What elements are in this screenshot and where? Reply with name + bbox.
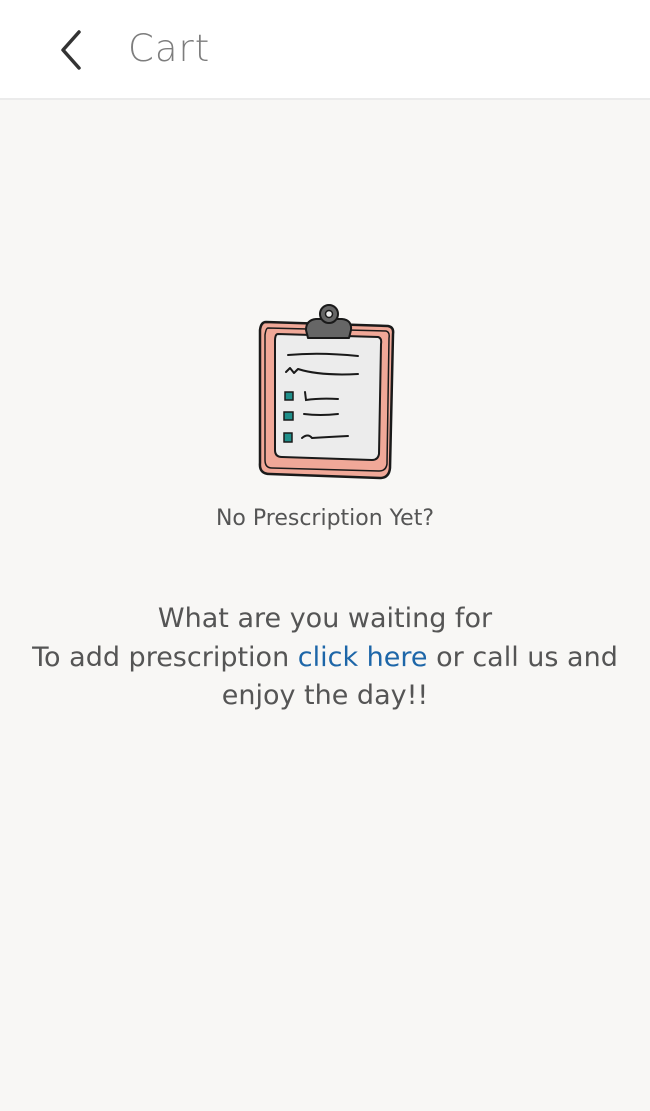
empty-message: What are you waiting for To add prescrip… [30, 600, 620, 716]
back-button[interactable] [44, 20, 100, 80]
empty-caption: No Prescription Yet? [215, 506, 435, 531]
message-line-2-prefix: To add prescription [32, 641, 298, 673]
click-here-link[interactable]: click here [298, 642, 428, 673]
message-line-1: What are you waiting for [157, 603, 493, 634]
chevron-left-icon [61, 30, 81, 70]
clipboard-icon [258, 304, 395, 480]
app-bar: Cart [0, 0, 650, 100]
page-title: Cart [128, 27, 211, 70]
cart-screen: Cart No Prescription Yet? What are you w… [0, 0, 650, 1111]
